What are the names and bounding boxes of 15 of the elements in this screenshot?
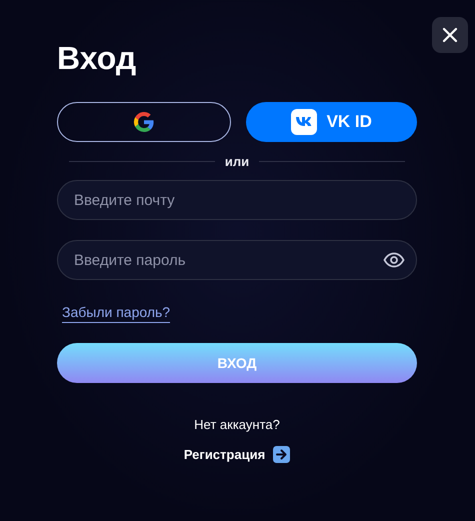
arrow-right-icon bbox=[273, 446, 290, 463]
vk-logo-icon bbox=[290, 109, 317, 135]
close-button[interactable] bbox=[432, 17, 468, 53]
google-button[interactable] bbox=[57, 102, 230, 142]
password-field[interactable]: Введите пароль bbox=[57, 240, 417, 280]
forgot-password-link[interactable]: Забыли пароль? bbox=[62, 304, 170, 323]
dialog-title: Вход bbox=[57, 39, 138, 78]
no-account-text: Нет аккаунта? bbox=[193, 417, 281, 432]
close-icon bbox=[442, 27, 458, 43]
vk-id-button[interactable]: VK ID bbox=[246, 102, 417, 142]
email-field[interactable]: Введите почту bbox=[57, 180, 417, 220]
divider-label: или bbox=[224, 154, 250, 168]
google-icon bbox=[132, 110, 156, 134]
register-link[interactable]: Регистрация bbox=[184, 446, 290, 463]
eye-icon[interactable] bbox=[383, 252, 405, 268]
